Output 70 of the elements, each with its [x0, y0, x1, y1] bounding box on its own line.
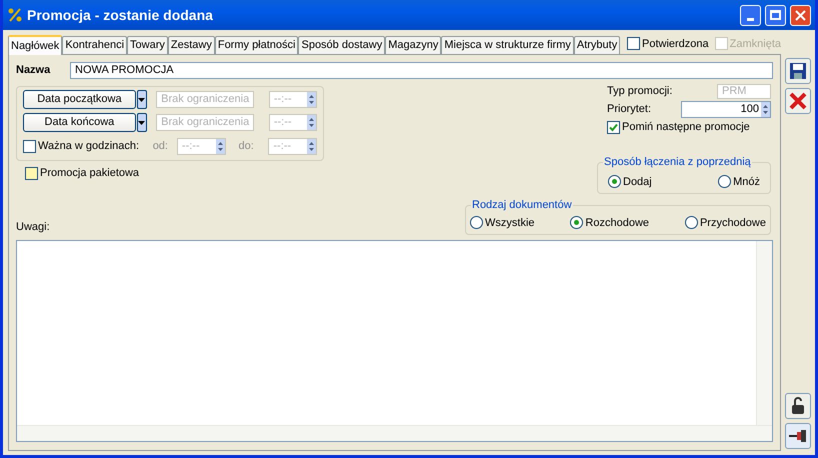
radio-button[interactable] [570, 216, 584, 230]
tab[interactable]: Atrybuty [574, 36, 620, 54]
field-label: od: [152, 139, 169, 154]
type-field: PRM [717, 84, 771, 98]
field-label: Uwagi: [16, 220, 50, 234]
notes-field[interactable] [16, 240, 773, 442]
tab[interactable]: Zestawy [168, 36, 215, 54]
checkbox-label: Zamknięta [730, 36, 781, 52]
radio-label: Przychodowe [700, 216, 766, 230]
spinner-icon[interactable] [307, 92, 316, 107]
radio-button[interactable] [608, 175, 621, 188]
close-button[interactable] [790, 4, 811, 26]
time-value: --:-- [272, 117, 293, 128]
radio-label: Dodaj [623, 174, 652, 190]
spinner-icon[interactable] [307, 115, 316, 130]
spinner-icon[interactable] [307, 139, 316, 154]
minimize-button[interactable] [740, 4, 761, 26]
horizontal-scrollbar[interactable] [17, 425, 772, 441]
close-icon[interactable] [785, 88, 811, 114]
date-field: Brak ograniczenia [156, 91, 254, 108]
priority-field[interactable]: 100 [681, 100, 771, 118]
tab[interactable]: Magazyny [385, 36, 442, 54]
tab[interactable]: Miejsca w strukturze firmy [441, 36, 574, 54]
checkbox-label: Promocja pakietowa [40, 166, 140, 181]
radio-label: Wszystkie [485, 216, 534, 230]
checkbox-label: Potwierdzona [642, 36, 709, 52]
tab[interactable]: Sposób dostawy [298, 36, 386, 54]
percent-icon [7, 7, 23, 23]
name-field[interactable]: NOWA PROMOCJA [70, 62, 773, 78]
radio-button[interactable] [718, 175, 732, 188]
tab[interactable]: Towary [127, 36, 168, 54]
time-value: --:-- [180, 141, 201, 152]
caret-icon [138, 120, 146, 124]
caret-icon [138, 98, 146, 102]
tab[interactable]: Formy płatności [214, 36, 298, 54]
checkbox-label: Ważna w godzinach: [38, 139, 140, 154]
window-title: Promocja - zostanie dodana [27, 6, 214, 25]
maximize-button[interactable] [765, 4, 786, 26]
padlock-icon[interactable] [785, 393, 811, 419]
group-title: Rodzaj dokumentów [471, 197, 573, 214]
radio-button[interactable] [470, 216, 483, 230]
radio-button[interactable] [684, 216, 698, 230]
priority-value: 100 [740, 102, 760, 117]
radio-label: Mnóż [733, 174, 760, 190]
spinner-icon[interactable] [761, 102, 770, 116]
date-button[interactable]: Data początkowa [23, 90, 136, 109]
pin-icon[interactable] [785, 423, 811, 449]
spinner-icon[interactable] [216, 139, 225, 154]
vertical-scrollbar[interactable] [756, 241, 772, 425]
close-icon [795, 10, 806, 20]
checkbox[interactable] [626, 37, 640, 50]
tab[interactable]: Kontrahenci [62, 36, 128, 54]
date-field: Brak ograniczenia [156, 114, 254, 131]
field-label: Typ promocji: [607, 84, 672, 99]
group-title: Sposób łączenia z poprzednią [603, 154, 752, 170]
field-label: Nazwa [16, 62, 52, 78]
dropdown-button[interactable] [136, 90, 148, 109]
checkbox[interactable] [607, 120, 620, 134]
dropdown-button[interactable] [136, 113, 148, 132]
save-icon[interactable] [785, 58, 811, 84]
checkbox[interactable] [23, 140, 36, 153]
tab[interactable]: Nagłówek [8, 35, 62, 55]
checkbox[interactable] [25, 166, 38, 180]
checkbox-label: Pomiń następne promocje [622, 120, 750, 135]
time-value: --:-- [272, 94, 293, 105]
field-label: Priorytet: [607, 102, 652, 117]
field-label: do: [238, 139, 255, 154]
time-value: --:-- [272, 141, 292, 152]
date-button[interactable]: Data końcowa [23, 113, 136, 132]
radio-label: Rozchodowe [585, 216, 650, 230]
